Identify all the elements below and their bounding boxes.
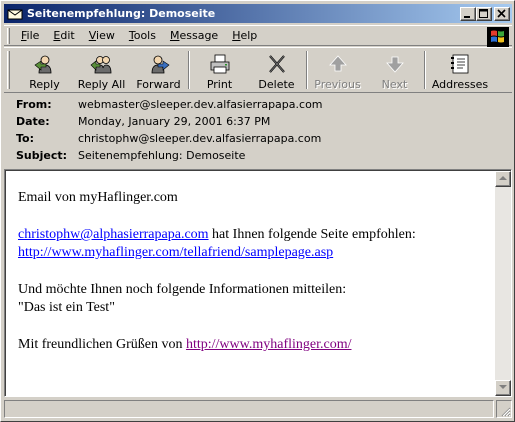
toolbar-separator (188, 51, 190, 89)
site-link[interactable]: http://www.myhaflinger.com/ (186, 337, 352, 352)
reply-label: Reply (29, 78, 60, 91)
maximize-button[interactable] (476, 6, 492, 21)
header-to-row: To: christophw@sleeper.dev.alfasierrapap… (16, 132, 321, 148)
reply-all-icon (90, 56, 111, 74)
windows-logo-icon (487, 27, 509, 47)
subject-label: Subject: (16, 149, 68, 162)
reply-all-button[interactable]: Reply All (73, 48, 130, 92)
scroll-up-icon (499, 176, 507, 180)
to-label: To: (16, 132, 34, 145)
to-value: christophw@sleeper.dev.alfasierrapapa.co… (78, 132, 322, 145)
menu-view[interactable]: View (82, 29, 122, 42)
date-value: Monday, January 29, 2001 6:37 PM (78, 115, 271, 128)
scroll-up-button[interactable] (495, 171, 511, 187)
toolbar: Reply Reply All Forward Print Delete Pre… (4, 47, 512, 93)
message-body[interactable]: Email von myHaflinger.com christophw@alp… (5, 170, 511, 396)
header-subject-row: Subject: Seitenempfehlung: Demoseite (16, 149, 245, 165)
info-text: Und möchte Ihnen noch folgende Informati… (18, 282, 347, 297)
next-button[interactable]: Next (366, 48, 423, 92)
scroll-down-button[interactable] (495, 380, 511, 396)
info-quote: "Das ist ein Test" (18, 300, 115, 315)
status-bar (4, 400, 512, 419)
delete-button[interactable]: Delete (248, 48, 305, 92)
title-bar[interactable]: Seitenempfehlung: Demoseite (4, 4, 512, 23)
header-from-row: From: webmaster@sleeper.dev.alfasierrapa… (16, 98, 323, 114)
toolbar-separator (306, 51, 308, 89)
minimize-button[interactable] (460, 6, 476, 21)
message-body-frame: Email von myHaflinger.com christophw@alp… (4, 169, 512, 397)
close-button[interactable] (494, 6, 510, 21)
next-label: Next (381, 78, 408, 91)
resize-grip-icon (501, 407, 511, 417)
status-panel-main (4, 400, 494, 418)
sender-email-link[interactable]: christophw@alphasierrapapa.com (18, 227, 209, 242)
forward-button[interactable]: Forward (130, 48, 187, 92)
forward-icon (151, 55, 170, 74)
forward-label: Forward (136, 78, 181, 91)
print-button[interactable]: Print (191, 48, 248, 92)
menu-grip[interactable] (7, 27, 10, 44)
date-label: Date: (16, 115, 50, 128)
toolbar-separator (424, 51, 426, 89)
message-closing-paragraph: Mit freundlichen Grüßen von http://www.m… (18, 336, 488, 354)
menu-view-accel: V (88, 29, 97, 42)
address-book-icon (451, 54, 469, 74)
from-value: webmaster@sleeper.dev.alfasierrapapa.com (78, 98, 323, 111)
menu-edit-label: dit (60, 29, 75, 42)
menu-help[interactable]: Help (225, 29, 264, 42)
print-label: Print (206, 78, 233, 91)
message-recommend-paragraph: christophw@alphasierrapapa.com hat Ihnen… (18, 226, 488, 262)
message-header: From: webmaster@sleeper.dev.alfasierrapa… (4, 95, 512, 167)
menu-tools[interactable]: Tools (122, 29, 163, 42)
message-content: Email von myHaflinger.com christophw@alp… (18, 189, 488, 373)
subject-value: Seitenempfehlung: Demoseite (78, 149, 246, 162)
message-line-intro: Email von myHaflinger.com (18, 190, 178, 205)
recommend-text: hat Ihnen folgende Seite empfohlen: (208, 227, 416, 242)
reply-icon (33, 55, 51, 74)
printer-icon (210, 54, 229, 74)
arrow-down-icon (385, 56, 404, 73)
vertical-scrollbar[interactable] (495, 171, 511, 396)
menu-message[interactable]: Message (163, 29, 225, 42)
reply-button[interactable]: Reply (16, 48, 73, 92)
window-title: Seitenempfehlung: Demoseite (27, 7, 216, 20)
menu-view-label: iew (96, 29, 115, 42)
delete-label: Delete (258, 78, 295, 91)
close-icon (497, 8, 506, 18)
toolbar-grip[interactable] (7, 51, 10, 89)
maximize-icon (479, 8, 488, 18)
addresses-button[interactable]: Addresses (427, 48, 493, 92)
message-info-paragraph: Und möchte Ihnen noch folgende Informati… (18, 281, 488, 317)
message-window: Seitenempfehlung: Demoseite File Edit Vi… (0, 0, 515, 422)
menu-tools-label: ools (133, 29, 156, 42)
arrow-up-icon (328, 55, 347, 72)
from-label: From: (16, 98, 52, 111)
menu-file-label: ile (26, 29, 40, 42)
delete-icon (268, 55, 285, 73)
status-panel-grip[interactable] (496, 400, 512, 418)
menu-file[interactable]: File (14, 29, 46, 42)
envelope-icon (7, 7, 23, 21)
previous-label: Previous (314, 78, 361, 91)
minimize-icon (464, 15, 470, 18)
addresses-label: Addresses (431, 78, 489, 91)
menu-bar: File Edit View Tools Message Help (4, 25, 512, 47)
menu-help-label: elp (240, 29, 258, 42)
menu-message-label: essage (179, 29, 219, 42)
header-date-row: Date: Monday, January 29, 2001 6:37 PM (16, 115, 270, 131)
reply-all-label: Reply All (77, 78, 126, 91)
closing-text: Mit freundlichen Grüßen von (18, 337, 186, 352)
scroll-down-icon (499, 385, 507, 389)
previous-button[interactable]: Previous (309, 48, 366, 92)
menu-edit[interactable]: Edit (46, 29, 81, 42)
recommended-page-link[interactable]: http://www.myhaflinger.com/tellafriend/s… (18, 245, 333, 260)
